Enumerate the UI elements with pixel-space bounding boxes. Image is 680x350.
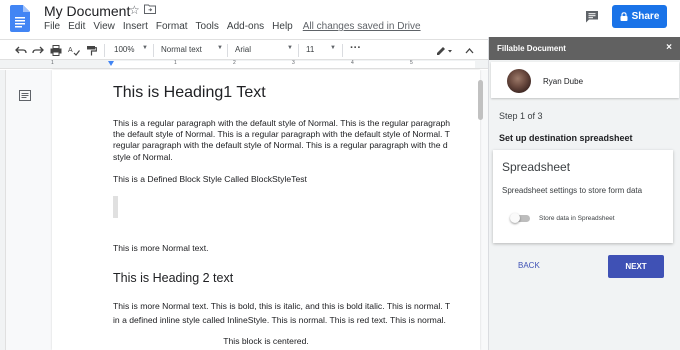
document-page[interactable]: This is Heading1 Text This is a regular … [52,70,480,350]
lock-icon [620,12,628,21]
inline-style-paragraph: This is more Normal text. This is bold, … [113,299,450,327]
docs-logo-icon[interactable] [10,5,30,32]
star-icon[interactable]: ☆ [129,3,140,17]
toggle-label: Store data in Spreadsheet [539,215,615,222]
block-style-paragraph: This is a Defined Block Style Called Blo… [113,174,307,184]
toolbar-divider [227,44,228,57]
toolbar-divider [298,44,299,57]
heading-2: This is Heading 2 text [113,271,234,285]
ruler-number: 2 [233,60,236,66]
menu-edit[interactable]: Edit [68,21,85,32]
print-icon[interactable] [50,45,62,56]
paint-format-icon[interactable] [86,45,97,56]
block-style-marker [113,196,118,218]
docs-header: My Document ☆ File Edit View Insert Form… [0,0,680,38]
sidebar-header: Fillable Document × [489,37,680,60]
ruler-number: 5 [410,60,413,66]
step-indicator: Step 1 of 3 [499,111,543,121]
centered-paragraph: This block is centered. [223,336,309,346]
card-title: Spreadsheet [502,160,571,174]
svg-text:A: A [68,47,73,54]
menu-help[interactable]: Help [272,21,293,32]
more-normal-paragraph: This is more Normal text. [113,243,209,253]
editing-mode-icon[interactable] [436,45,454,56]
sidebar-title: Fillable Document [497,44,566,53]
ruler-number: 3 [292,60,295,66]
font-size-select[interactable]: 11 ▼ [306,45,336,54]
document-title[interactable]: My Document [44,3,130,19]
formatting-toolbar: A 100% ▼ Normal text ▼ Arial ▼ 11 ▼ ··· [0,39,488,60]
spreadsheet-card: Spreadsheet Spreadsheet settings to stor… [493,150,673,243]
chevron-down-icon: ▼ [217,45,223,51]
font-value: Arial [235,45,252,54]
toolbar-divider [153,44,154,57]
toolbar-divider [104,44,105,57]
undo-icon[interactable] [15,45,27,56]
store-data-toggle[interactable] [510,213,532,223]
vertical-ruler[interactable] [0,70,6,350]
document-outline-icon[interactable] [19,90,31,101]
ruler-number: 1 [51,60,54,66]
back-button[interactable]: BACK [518,261,540,270]
ruler-number: 1 [174,60,177,66]
paragraph-line: style of Normal. [113,151,173,162]
menu-bar: File Edit View Insert Format Tools Add-o… [44,21,429,32]
card-description: Spreadsheet settings to store form data [502,186,643,195]
paragraph-line: This is a regular paragraph with the def… [113,118,451,128]
font-select[interactable]: Arial ▼ [235,45,293,54]
zoom-select[interactable]: 100% ▼ [114,45,148,54]
add-on-sidebar: Fillable Document × Ryan Dube Step 1 of … [488,37,680,350]
menu-add-ons[interactable]: Add-ons [227,21,264,32]
toolbar-divider [342,44,343,57]
chevron-down-icon: ▼ [330,45,336,51]
saved-status-link[interactable]: All changes saved in Drive [303,21,421,32]
toggle-knob [510,213,520,223]
move-folder-icon[interactable] [144,4,156,14]
normal-paragraph: This is a regular paragraph with the def… [113,118,480,163]
paragraph-line: the default style of Normal. This is a r… [113,129,450,140]
menu-file[interactable]: File [44,21,60,32]
menu-view[interactable]: View [93,21,115,32]
paragraph-line: This is more Normal text. This is bold, … [113,301,451,311]
paragraph-line: regular paragraph with the default style… [113,140,448,151]
chevron-down-icon: ▼ [142,45,148,51]
menu-tools[interactable]: Tools [196,21,219,32]
paragraph-style-select[interactable]: Normal text ▼ [161,45,223,54]
heading-1: This is Heading1 Text [113,84,266,101]
redo-icon[interactable] [32,45,44,56]
user-card: Ryan Dube [491,62,679,98]
avatar [507,69,531,93]
ruler-number: 4 [351,60,354,66]
chevron-down-icon: ▼ [287,45,293,51]
spellcheck-icon[interactable]: A [68,45,80,56]
comment-history-icon[interactable] [585,10,599,23]
paragraph-style-value: Normal text [161,45,202,54]
zoom-value: 100% [114,45,135,54]
font-size-value: 11 [306,45,315,54]
next-button[interactable]: NEXT [608,255,664,278]
document-scrollbar[interactable] [478,80,483,120]
user-name: Ryan Dube [543,77,584,86]
step-title: Set up destination spreadsheet [499,133,633,143]
paragraph-line: in a defined inline style called InlineS… [113,315,446,325]
share-button[interactable]: Share [612,5,667,28]
menu-format[interactable]: Format [156,21,188,32]
close-icon[interactable]: × [666,42,672,53]
menu-insert[interactable]: Insert [123,21,148,32]
share-label: Share [631,11,660,22]
more-options-button[interactable]: ··· [350,42,361,54]
collapse-chevron-icon[interactable] [465,45,474,56]
horizontal-ruler[interactable]: 1 1 2 3 4 5 [0,60,488,69]
